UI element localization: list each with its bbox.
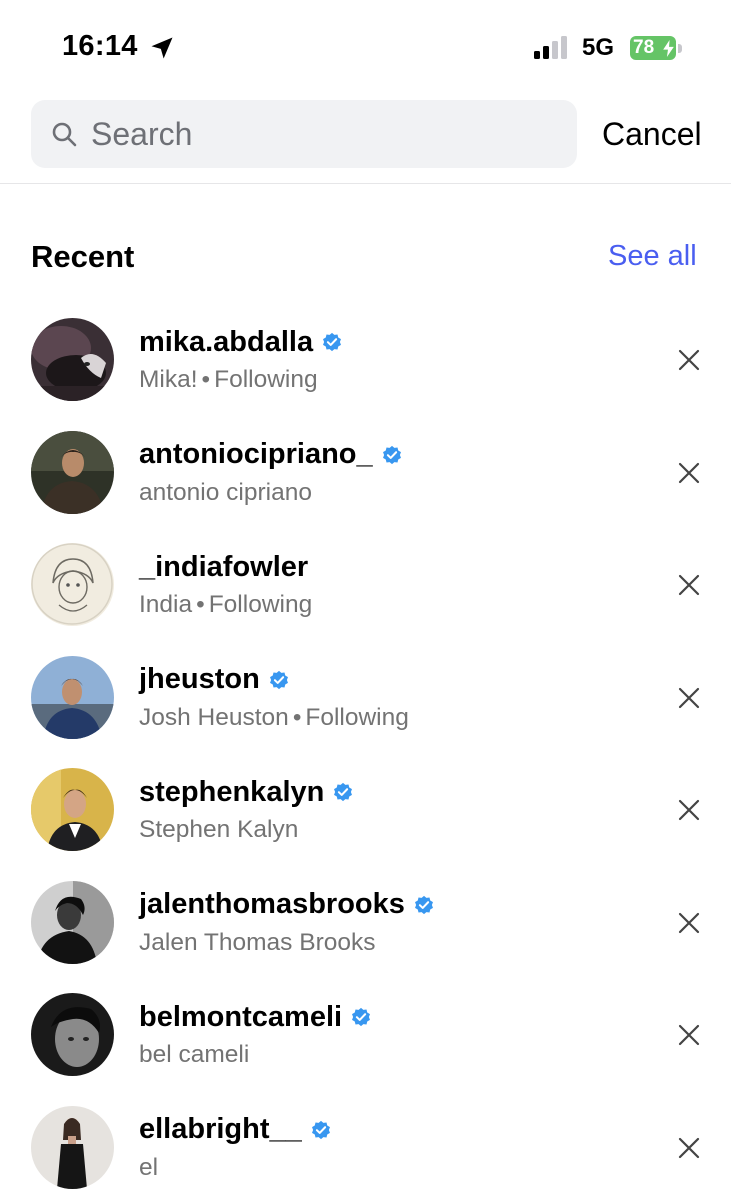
avatar[interactable] [31,993,114,1076]
search-input[interactable] [91,100,561,168]
avatar[interactable] [31,768,114,851]
verified-badge-icon [268,669,290,691]
full-name: antonio cipriano [139,479,312,506]
close-icon[interactable] [676,1022,702,1048]
list-item[interactable]: antoniocipriano_ antonio cipriano [0,417,731,530]
subtitle: Jalen Thomas Brooks [139,929,376,957]
avatar[interactable] [31,656,114,739]
verified-badge-icon [413,894,435,916]
full-name: Jalen Thomas Brooks [139,929,376,956]
username: antoniocipriano_ [139,438,373,471]
verified-badge-icon [381,444,403,466]
recent-section-title: Recent [31,239,134,275]
full-name: el [139,1154,158,1181]
verified-badge-icon [310,1119,332,1141]
full-name: Mika! [139,366,198,393]
subtitle: bel cameli [139,1041,249,1069]
following-label: Following [305,704,409,731]
full-name: Josh Heuston [139,704,289,731]
search-icon [51,121,77,147]
close-icon[interactable] [676,572,702,598]
list-item[interactable]: stephenkalyn Stephen Kalyn [0,754,731,867]
cancel-button[interactable]: Cancel [602,116,702,153]
list-item[interactable]: jheuston Josh Heuston•Following [0,642,731,755]
list-item[interactable]: mika.abdalla Mika!•Following [0,304,731,417]
username: mika.abdalla [139,326,313,359]
avatar[interactable] [31,318,114,401]
verified-badge-icon [332,781,354,803]
subtitle: Stephen Kalyn [139,816,298,844]
see-all-link[interactable]: See all [608,240,697,273]
username: jheuston [139,663,260,696]
full-name: India [139,591,192,618]
cellular-signal-icon [534,36,570,60]
separator-dot: • [196,591,205,618]
location-arrow-icon [148,34,176,62]
verified-badge-icon [350,1006,372,1028]
subtitle: antonio cipriano [139,479,312,507]
separator-dot: • [202,366,211,393]
subtitle: el [139,1154,158,1182]
close-icon[interactable] [676,460,702,486]
close-icon[interactable] [676,347,702,373]
subtitle: India•Following [139,591,312,619]
battery-icon: 78 [630,36,684,62]
avatar[interactable] [31,881,114,964]
full-name: Stephen Kalyn [139,816,298,843]
close-icon[interactable] [676,910,702,936]
battery-level: 78 [633,37,654,59]
separator-dot: • [293,704,302,731]
search-field-container[interactable] [31,100,577,168]
username: _indiafowler [139,551,308,584]
close-icon[interactable] [676,1135,702,1161]
list-item[interactable]: belmontcameli bel cameli [0,979,731,1092]
subtitle: Josh Heuston•Following [139,704,409,732]
search-bar: Cancel [0,100,731,170]
subtitle: Mika!•Following [139,366,318,394]
status-bar: 16:14 5G 78 [0,0,731,90]
username: belmontcameli [139,1001,342,1034]
following-label: Following [214,366,318,393]
close-icon[interactable] [676,685,702,711]
recent-list: mika.abdalla Mika!•Following antoniocipr… [0,304,731,1204]
avatar[interactable] [31,543,114,626]
verified-badge-icon [321,331,343,353]
avatar[interactable] [31,1106,114,1189]
full-name: bel cameli [139,1041,249,1068]
username: stephenkalyn [139,776,324,809]
following-label: Following [209,591,313,618]
status-time: 16:14 [62,30,138,63]
username: ellabright__ [139,1113,302,1146]
close-icon[interactable] [676,797,702,823]
header-divider [0,183,731,184]
username: jalenthomasbrooks [139,888,405,921]
list-item[interactable]: ellabright__ el [0,1092,731,1204]
network-type: 5G [582,34,614,62]
list-item[interactable]: jalenthomasbrooks Jalen Thomas Brooks [0,867,731,980]
avatar[interactable] [31,431,114,514]
charging-bolt-icon [663,40,674,57]
list-item[interactable]: _indiafowler India•Following [0,529,731,642]
